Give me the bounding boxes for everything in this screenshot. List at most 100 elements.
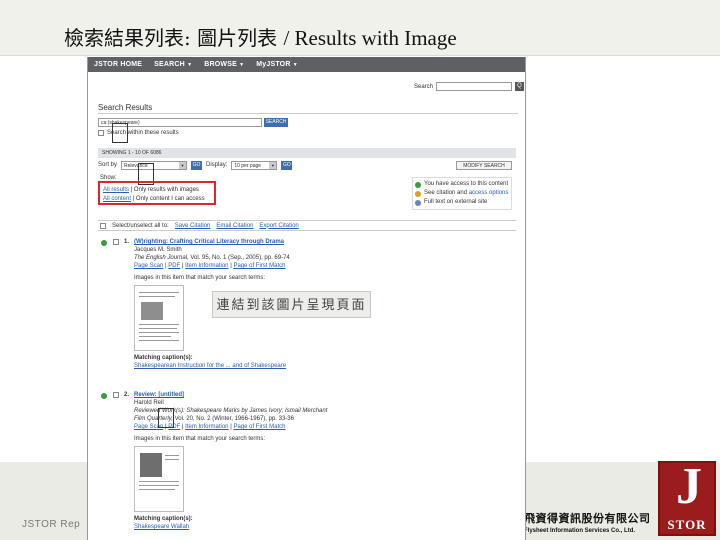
only-results-with-images-option[interactable]: | Only results with images	[129, 187, 199, 193]
jstor-top-nav: JSTOR HOME SEARCH ▼ BROWSE ▼ MyJSTOR ▼	[88, 57, 525, 72]
company-name-zh: 飛資得資訊股份有限公司	[524, 513, 651, 525]
thumb-text-line	[139, 328, 177, 329]
caret-down-icon: ▼	[292, 62, 298, 68]
display-go-button[interactable]: GO	[281, 160, 293, 170]
result-number: 1.	[124, 239, 130, 245]
thumb-text-line	[139, 485, 179, 486]
slide-title: 檢索結果列表: 圖片列表 / Results with Image	[64, 22, 457, 51]
result-number: 2.	[124, 392, 130, 398]
matching-caption-link[interactable]: Shakespearean Instruction for the ... an…	[134, 362, 516, 370]
legend-access-text: You have access to this content	[424, 181, 509, 187]
sort-go-button[interactable]: GO	[191, 160, 203, 170]
green-check-icon	[101, 393, 107, 399]
nav-myjstor-label: MyJSTOR	[256, 61, 291, 68]
matching-images-label: Images in this item that match your sear…	[134, 436, 266, 442]
sort-select[interactable]: Relevance ▼	[121, 160, 188, 170]
modify-search-button[interactable]: MODIFY SEARCH	[456, 161, 512, 170]
nav-search[interactable]: SEARCH ▼	[154, 61, 192, 68]
company-name-en: Flysheet Information Services Co., Ltd.	[524, 528, 636, 534]
email-citation-link[interactable]: Email Citation	[216, 223, 253, 229]
item-information-link[interactable]: Item Information	[185, 263, 228, 269]
select-all-checkbox[interactable]	[100, 222, 106, 229]
search-icon[interactable]: Q	[515, 82, 525, 91]
quick-search-input[interactable]	[436, 82, 513, 91]
nav-browse[interactable]: BROWSE ▼	[204, 61, 244, 68]
legend-external-text: Full text on external site	[424, 199, 488, 205]
search-within-option[interactable]: Search within these results	[98, 130, 179, 136]
matching-caption-label: Matching caption(s):	[134, 516, 193, 522]
footer-left-text: JSTOR Rep	[22, 519, 81, 530]
thumb-text-line	[139, 481, 179, 482]
page-scan-link[interactable]: Page Scan	[134, 263, 163, 269]
pdf-link[interactable]: PDF	[168, 263, 180, 269]
sort-row: Sort by Relevance ▼ GO Display: 10 per pa…	[98, 159, 516, 171]
annotation-marker-box	[158, 408, 174, 428]
company-name: 飛資得資訊股份有限公司 Flysheet Information Service…	[524, 510, 652, 534]
result-title-link[interactable]: (W)righting: Crafting Critical Literacy …	[134, 238, 516, 246]
quick-search: Search Q	[414, 82, 525, 91]
slide-title-en: / Results with Image	[283, 26, 457, 50]
matching-caption-link[interactable]: Shakespeare Wallah	[134, 523, 516, 531]
thumb-text-line	[139, 336, 171, 337]
chevron-down-icon: ▼	[269, 161, 277, 169]
display-select[interactable]: 10 per page ▼	[231, 160, 278, 170]
annotation-marker-box	[112, 123, 128, 143]
result-author: Harold Rell	[134, 400, 164, 406]
result-checkbox[interactable]	[113, 239, 119, 245]
filter-results-row: All results | Only results with images	[103, 186, 214, 195]
thumb-text-line	[139, 340, 179, 341]
legend-row-external: Full text on external site	[415, 198, 509, 207]
divider	[98, 113, 518, 114]
slide-title-zh: 檢索結果列表: 圖片列表	[64, 26, 278, 50]
thumb-text-line	[139, 324, 179, 325]
result-title-link[interactable]: Review: [untitled]	[134, 391, 516, 399]
legend-row-citation: See citation and access options	[415, 189, 509, 198]
amber-info-icon	[415, 190, 421, 197]
showing-count: SHOWING 1 - 10 OF 6086	[98, 148, 516, 158]
page-of-first-match-link[interactable]: Page of First Match	[233, 263, 285, 269]
result-journal: The English Journal,	[134, 255, 189, 261]
callout-label: 連結到該圖片呈現頁面	[212, 291, 371, 318]
thumb-text-line	[139, 332, 179, 333]
caret-down-icon: ▼	[187, 62, 193, 68]
matching-caption-label: Matching caption(s):	[134, 355, 193, 361]
search-within-checkbox[interactable]	[98, 130, 104, 136]
nav-myjstor[interactable]: MyJSTOR ▼	[256, 61, 298, 68]
all-results-link[interactable]: All results	[103, 187, 129, 193]
thumb-text-line	[139, 292, 179, 293]
query-search-button[interactable]: SEARCH	[264, 118, 288, 127]
export-citation-link[interactable]: Export Citation	[259, 223, 298, 229]
results-heading: Search Results	[98, 103, 153, 112]
legend-row-access: You have access to this content	[415, 180, 509, 189]
all-content-link[interactable]: All content	[103, 196, 131, 202]
save-citation-link[interactable]: Save Citation	[175, 223, 211, 229]
filter-content-row: All content | Only content I can access	[103, 195, 214, 204]
result-reviewed-work: Reviewed Work(s): Shakespeare Marks by J…	[134, 408, 328, 414]
result-citation-detail: Vol. 20, No. 2 (Winter, 1966-1967), pp. …	[172, 416, 294, 422]
jstor-logo-word: STOR	[667, 517, 707, 532]
item-information-link[interactable]: Item Information	[185, 424, 228, 430]
result-links: Page Scan | PDF | Item Information | Pag…	[134, 424, 286, 430]
quick-search-label: Search	[414, 83, 434, 90]
chevron-down-icon: ▼	[179, 161, 187, 169]
nav-search-label: SEARCH	[154, 61, 185, 68]
result-citation-detail: Vol. 95, No. 1 (Sep., 2005), pp. 69-74	[188, 255, 290, 261]
legend-citation-text: See citation and	[424, 190, 469, 196]
display-label: Display:	[206, 162, 228, 168]
thumb-text-line	[139, 296, 175, 297]
access-options-link[interactable]: access options	[469, 190, 509, 196]
nav-browse-label: BROWSE	[204, 61, 237, 68]
result-author: Jacques M. Smith	[134, 247, 182, 253]
image-thumbnail[interactable]	[134, 285, 184, 351]
only-accessible-content-option[interactable]: | Only content I can access	[131, 196, 205, 202]
external-link-icon	[415, 199, 421, 206]
result-citation: Film Quarterly, Vol. 20, No. 2 (Winter, …	[134, 415, 516, 423]
select-all-label: Select/unselect all to:	[112, 222, 169, 229]
thumb-text-line	[139, 489, 175, 490]
page-of-first-match-link[interactable]: Page of First Match	[233, 424, 285, 430]
image-thumbnail[interactable]	[134, 446, 184, 512]
sort-label: Sort by	[98, 162, 118, 168]
nav-jstor-home[interactable]: JSTOR HOME	[94, 61, 142, 68]
access-legend: You have access to this content See cita…	[412, 177, 512, 210]
result-checkbox[interactable]	[113, 392, 119, 398]
